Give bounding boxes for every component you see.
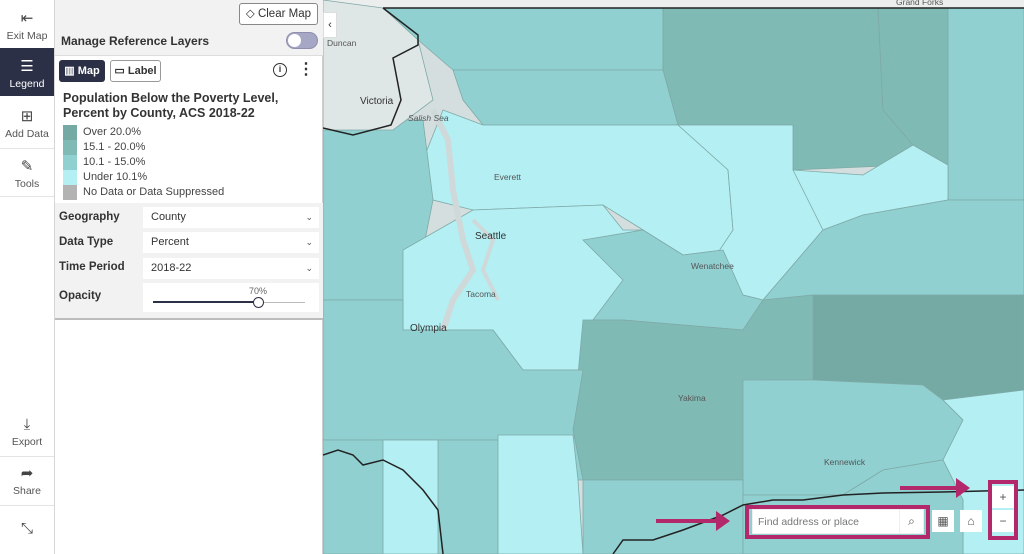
- nav-add-data[interactable]: ⊞ Add Data: [0, 106, 54, 146]
- nav-export[interactable]: ⤓ Export: [0, 414, 54, 454]
- tab-label[interactable]: ▭ Label: [110, 60, 161, 82]
- legend-swatch: [63, 140, 77, 155]
- download-icon: ⤓: [23, 416, 31, 433]
- water-label: Salish Sea: [408, 113, 449, 123]
- exit-icon: ⇤: [20, 10, 34, 27]
- chevron-down-icon: ⌄: [305, 263, 313, 273]
- city-label: Victoria: [360, 96, 394, 107]
- city-label: Olympia: [410, 323, 447, 334]
- city-label: Yakima: [678, 393, 706, 403]
- legend-swatch: [63, 185, 77, 200]
- city-label: Everett: [494, 172, 521, 182]
- plus-icon: +: [999, 490, 1007, 504]
- city-label: Duncan: [327, 38, 357, 48]
- opacity-label: Opacity: [59, 290, 102, 302]
- chevron-down-icon: ⌄: [305, 237, 313, 247]
- manage-reference-layers-label: Manage Reference Layers: [61, 34, 210, 48]
- legend-swatch: [63, 125, 77, 140]
- legend-swatch: [63, 155, 77, 170]
- legend-title: Population Below the Poverty Level, Perc…: [63, 91, 279, 120]
- search-button[interactable]: ⌕: [899, 510, 923, 533]
- collapse-arrows-icon: ⤡: [20, 520, 33, 537]
- clear-map-button[interactable]: ◇ Clear Map: [238, 3, 318, 25]
- list-icon: ☰: [20, 58, 34, 75]
- more-options-icon[interactable]: ⋮: [298, 60, 314, 80]
- divider: [0, 505, 54, 506]
- geography-label: Geography: [59, 211, 120, 223]
- app-root: ⇤ Exit Map ☰ Legend ⊞ Add Data ✎ Tools ⤓…: [0, 0, 1024, 554]
- nav-tools[interactable]: ✎ Tools: [0, 156, 54, 196]
- nav-legend[interactable]: ☰ Legend: [0, 48, 54, 96]
- collapse-button[interactable]: ⤡: [0, 518, 54, 546]
- opacity-slider-fill: [153, 301, 260, 303]
- grid-icon: ▦: [937, 514, 949, 528]
- data-type-label: Data Type: [59, 236, 114, 248]
- nav-rail: ⇤ Exit Map ☰ Legend ⊞ Add Data ✎ Tools ⤓…: [0, 0, 55, 554]
- panel-header: ◇ Clear Map Manage Reference Layers: [55, 0, 323, 56]
- tab-map[interactable]: ▥ Map: [59, 60, 105, 82]
- comment-icon: ▭: [114, 65, 125, 77]
- county-skagit: [452, 69, 679, 126]
- manage-reference-layers-toggle[interactable]: [286, 32, 318, 49]
- collapse-panel-button[interactable]: ‹: [323, 12, 337, 38]
- annotation-arrow: [656, 511, 730, 531]
- search-widget: ⌕: [752, 509, 924, 534]
- map-view[interactable]: Grand Forks Duncan Victoria Salish Sea E…: [323, 0, 1024, 554]
- home-button[interactable]: ⌂: [960, 510, 982, 532]
- minus-icon: −: [999, 514, 1007, 528]
- data-type-select[interactable]: Percent ⌄: [143, 232, 319, 253]
- toggle-knob: [288, 34, 301, 47]
- county-clark: [382, 439, 439, 554]
- search-icon: ⌕: [908, 514, 915, 528]
- home-icon: ⌂: [967, 514, 975, 528]
- nav-exit-map[interactable]: ⇤ Exit Map: [0, 8, 54, 48]
- nav-share[interactable]: ➦ Share: [0, 463, 54, 503]
- divider: [0, 148, 54, 149]
- city-label: Wenatchee: [691, 261, 734, 271]
- divider: [0, 456, 54, 457]
- city-label: Grand Forks: [896, 0, 944, 7]
- legend-swatch: [63, 170, 77, 185]
- layer-settings: Geography County ⌄ Data Type Percent ⌄ T…: [55, 203, 323, 320]
- time-period-label: Time Period: [59, 261, 125, 273]
- city-label: Seattle: [475, 231, 507, 242]
- add-file-icon: ⊞: [20, 108, 34, 125]
- search-input[interactable]: [753, 510, 899, 533]
- county-stevens: [947, 7, 1024, 201]
- opacity-slider-handle[interactable]: [253, 297, 265, 308]
- tools-icon: ✎: [20, 158, 34, 175]
- eraser-icon: ◇: [245, 8, 255, 20]
- city-label: Kennewick: [824, 457, 866, 467]
- annotation-arrow: [900, 478, 970, 498]
- map-icon: ▥: [64, 65, 75, 77]
- zoom-in-button[interactable]: +: [992, 486, 1014, 508]
- info-icon[interactable]: i: [273, 63, 287, 77]
- chevron-left-icon: ‹: [328, 19, 332, 31]
- basemap-gallery-button[interactable]: ▦: [932, 510, 954, 532]
- time-period-select[interactable]: 2018-22 ⌄: [143, 258, 319, 279]
- zoom-out-button[interactable]: −: [992, 510, 1014, 532]
- geography-select[interactable]: County ⌄: [143, 207, 319, 228]
- divider: [0, 196, 54, 197]
- city-label: Tacoma: [466, 289, 496, 299]
- opacity-control: 70%: [143, 283, 319, 312]
- county-skamania: [497, 434, 584, 554]
- map-canvas: [323, 0, 1024, 554]
- share-icon: ➦: [20, 465, 34, 482]
- chevron-down-icon: ⌄: [305, 212, 313, 222]
- opacity-value: 70%: [249, 286, 268, 296]
- legend-panel: ◇ Clear Map Manage Reference Layers ▥ Ma…: [55, 0, 323, 554]
